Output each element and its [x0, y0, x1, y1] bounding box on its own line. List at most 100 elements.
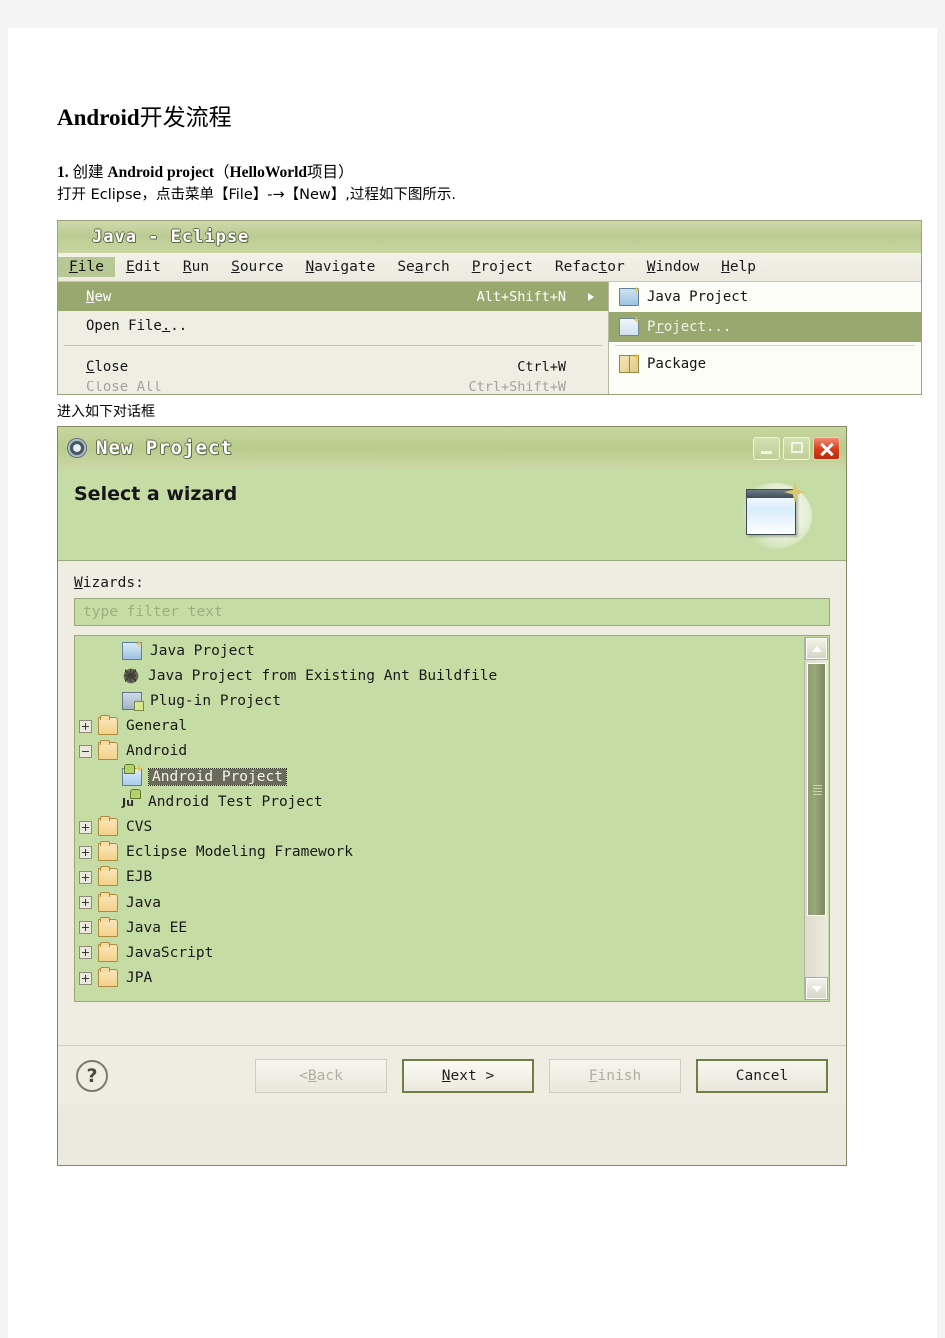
filter-input[interactable]: type filter text [74, 598, 830, 627]
submenu-item-project[interactable]: Project... [609, 312, 921, 343]
menu-item-close-accelerator: Ctrl+W [517, 358, 566, 375]
folder-icon [98, 841, 118, 862]
scrollbar-thumb[interactable] [807, 663, 826, 917]
wizard-window-sparkle-icon [732, 477, 818, 555]
page-title-bold: Android [57, 105, 140, 130]
submenu-item-package[interactable]: Package [609, 349, 921, 379]
scroll-up-button[interactable] [806, 638, 827, 660]
wizard-tree-rows: Java Project Java Project from Existing … [75, 638, 803, 1001]
submenu-arrow-icon [588, 292, 594, 301]
tree-item-label: Java Project [150, 642, 255, 659]
scroll-down-button[interactable] [806, 978, 827, 1000]
submenu-item-java-project[interactable]: Java Project [609, 282, 921, 312]
step-number: 1. [57, 164, 69, 181]
java-project-icon [122, 641, 142, 660]
menubar-item-file[interactable]: File [58, 257, 115, 278]
tree-item-java-project-from-ant[interactable]: Java Project from Existing Ant Buildfile [79, 663, 803, 688]
tree-item-label: JPA [126, 970, 153, 987]
maximize-button[interactable] [783, 436, 810, 460]
maximize-icon [791, 441, 803, 453]
tree-item-android[interactable]: Android [79, 739, 803, 764]
tree-item-plugin-project[interactable]: Plug-in Project [79, 689, 803, 714]
expander-minus-icon[interactable] [79, 744, 92, 758]
dialog-caption: 进入如下对话框 [57, 404, 155, 421]
tree-item-label: Java EE [126, 919, 188, 936]
submenu-separator [615, 345, 915, 347]
expander-plus-icon[interactable] [79, 719, 92, 733]
tree-item-java-project[interactable]: Java Project [79, 638, 803, 663]
menubar-item-refactor[interactable]: Refactor [544, 257, 636, 277]
page-title-cjk: 开发流程 [139, 105, 232, 131]
dialog-title: New Project [96, 437, 233, 460]
menu-separator [64, 345, 602, 347]
android-project-icon [122, 763, 142, 786]
menubar-item-navigate[interactable]: Navigate [294, 257, 386, 277]
tree-item-label: Android Project [148, 767, 287, 786]
menubar-item-search[interactable]: Search [386, 257, 460, 277]
step-paren-open: （ [214, 163, 230, 181]
menu-item-new-accelerator: Alt+Shift+N [476, 288, 566, 305]
new-submenu: Java Project Project... Package [609, 282, 921, 395]
tree-item-label: Plug-in Project [150, 693, 281, 710]
tree-item-jpa[interactable]: JPA [79, 966, 803, 991]
menubar-item-run[interactable]: Run [172, 257, 220, 277]
tree-item-ejb[interactable]: EJB [79, 865, 803, 890]
tree-item-java[interactable]: Java [79, 890, 803, 915]
menu-item-new[interactable]: New Alt+Shift+N [58, 282, 608, 312]
folder-icon [98, 715, 118, 736]
project-icon [619, 318, 639, 337]
minimize-button[interactable] [753, 436, 780, 460]
step-project-suffix: 项目 [307, 163, 339, 181]
step-project-name: HelloWorld [229, 164, 308, 181]
dialog-body: Wizards: type filter text Java Project J… [58, 561, 846, 1106]
wizards-label: Wizards: [74, 575, 144, 592]
close-button[interactable] [813, 436, 840, 460]
tree-item-javascript[interactable]: JavaScript [79, 940, 803, 965]
finish-button[interactable]: Finish [549, 1058, 681, 1093]
tree-item-java-ee[interactable]: Java EE [79, 915, 803, 940]
expander-plus-icon[interactable] [79, 921, 92, 935]
menubar-item-window[interactable]: Window [636, 257, 710, 277]
tree-item-label: JavaScript [126, 944, 214, 961]
tree-item-label: CVS [126, 819, 153, 836]
cancel-button[interactable]: Cancel [696, 1058, 828, 1093]
back-button[interactable]: < Back [255, 1058, 387, 1093]
expander-plus-icon[interactable] [79, 896, 92, 910]
dialog-banner: Select a wizard [58, 469, 846, 562]
menu-item-close-all[interactable]: Close All Ctrl+Shift+W [58, 381, 608, 393]
menu-item-close[interactable]: Close Ctrl+W [58, 352, 608, 381]
filter-placeholder: type filter text [83, 604, 223, 621]
tree-item-label: Eclipse Modeling Framework [126, 844, 353, 861]
tree-item-eclipse-modeling-framework[interactable]: Eclipse Modeling Framework [79, 840, 803, 865]
step-paren-close: ） [338, 163, 354, 181]
android-test-project-icon [122, 788, 141, 810]
menubar-item-help[interactable]: Help [710, 257, 767, 277]
dialog-titlebar: New Project [58, 427, 846, 470]
expander-plus-icon[interactable] [79, 820, 92, 834]
eclipse-menu-screenshot: Java - Eclipse File Edit Run Source Navi… [57, 220, 922, 396]
menubar-item-project[interactable]: Project [461, 257, 544, 277]
expander-plus-icon[interactable] [79, 971, 92, 985]
eclipse-titlebar: Java - Eclipse [58, 221, 921, 254]
tree-scrollbar[interactable] [804, 637, 828, 1001]
folder-icon [98, 941, 118, 962]
expander-plus-icon[interactable] [79, 870, 92, 884]
menubar-item-source[interactable]: Source [220, 257, 294, 277]
document-page: Android开发流程 1. 创建 Android project（HelloW… [8, 28, 937, 1338]
expander-plus-icon[interactable] [79, 845, 92, 859]
help-button[interactable]: ? [76, 1059, 108, 1092]
menu-item-open-file[interactable]: Open File... [58, 311, 608, 340]
expander-plus-icon[interactable] [79, 946, 92, 960]
instruction-text: 打开 Eclipse，点击菜单【File】-→【New】,过程如下图所示. [57, 187, 456, 203]
tree-item-general[interactable]: General [79, 714, 803, 739]
eclipse-open-menus: New Alt+Shift+N Open File... Close Ctrl+… [58, 282, 921, 395]
menubar-item-edit[interactable]: Edit [115, 257, 172, 277]
folder-icon [98, 740, 118, 761]
folder-icon [98, 816, 118, 837]
dialog-footer: ? < Back Next > Finish Cancel [58, 1045, 846, 1106]
tree-item-android-project[interactable]: Android Project [79, 763, 803, 789]
tree-item-android-test-project[interactable]: Android Test Project [79, 788, 803, 814]
tree-item-cvs[interactable]: CVS [79, 814, 803, 839]
next-button[interactable]: Next > [402, 1058, 534, 1093]
wizard-tree[interactable]: Java Project Java Project from Existing … [74, 635, 830, 1003]
